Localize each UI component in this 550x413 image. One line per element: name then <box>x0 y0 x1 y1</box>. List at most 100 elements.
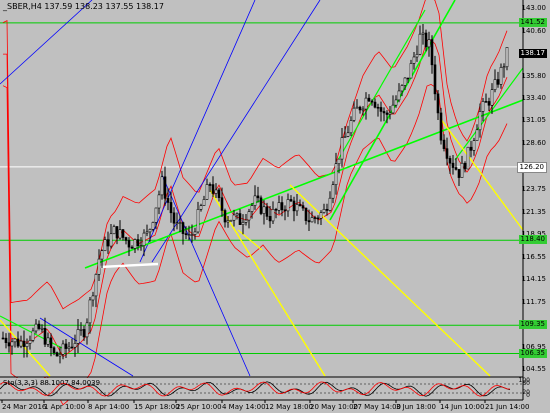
price-tick-label: 123.75 <box>521 184 547 193</box>
candle-body <box>478 111 482 131</box>
candle-body <box>172 212 176 224</box>
price-chart[interactable] <box>0 0 550 413</box>
candle-body <box>304 207 308 221</box>
candle-body <box>358 106 362 111</box>
candle-body <box>61 343 65 355</box>
candle-body <box>367 97 371 102</box>
candle-body <box>70 346 74 349</box>
candle-body <box>274 209 278 211</box>
candle-body <box>196 209 200 233</box>
candle-body <box>457 169 461 178</box>
candle-body <box>43 327 47 345</box>
candle-body <box>475 129 479 141</box>
price-tick-label: 143.00 <box>521 4 547 12</box>
candle-body <box>154 207 158 223</box>
candle-body <box>292 200 296 212</box>
price-tick-label: 116.55 <box>521 252 547 261</box>
candle-body <box>4 337 8 343</box>
candle-body <box>214 189 218 194</box>
symbol-title: _SBER,H4 137.59 138.23 137.55 138.17 <box>3 2 164 11</box>
candle-body <box>187 234 191 236</box>
candle-body <box>289 199 293 202</box>
candle-body <box>469 146 473 151</box>
candle-body <box>52 347 56 353</box>
candle-body <box>145 231 149 234</box>
candle-body <box>334 163 338 186</box>
candle-body <box>430 39 434 66</box>
candle-body <box>211 184 215 194</box>
price-tick-label: 131.05 <box>521 116 547 125</box>
candle-body <box>85 322 89 338</box>
candle-body <box>460 162 464 178</box>
price-tick-label: 135.80 <box>521 71 547 80</box>
candle-body <box>487 101 491 106</box>
candle-body <box>91 295 95 301</box>
candle-body <box>271 209 275 222</box>
candle-body <box>262 206 266 214</box>
candle-body <box>103 239 107 252</box>
candle-body <box>13 338 17 343</box>
candle-body <box>442 139 446 149</box>
candle-body <box>148 229 152 233</box>
candle-body <box>58 354 62 357</box>
candle-body <box>463 162 467 170</box>
candle-body <box>28 340 32 344</box>
candle-body <box>280 202 284 211</box>
candle-body <box>376 106 380 109</box>
candle-body <box>268 216 272 222</box>
price-tick-label: 111.75 <box>521 297 547 306</box>
candle-body <box>259 197 263 214</box>
candle-body <box>502 66 506 69</box>
candle-body <box>1 337 5 340</box>
candle-body <box>433 64 437 95</box>
indicator-tick-label: 80 <box>522 380 530 387</box>
time-tick-label: 3 Jun 18:00 <box>396 403 437 411</box>
candle-body <box>229 219 233 222</box>
candle-body <box>166 198 170 203</box>
candle-body <box>427 39 431 48</box>
candle-body <box>100 250 104 260</box>
price-tag: 118.40 <box>518 235 547 245</box>
candle-body <box>46 337 50 345</box>
candle-body <box>208 184 212 186</box>
candle-body <box>361 108 365 111</box>
candle-body <box>286 199 290 212</box>
time-tick-label: 27 May 14:00 <box>353 403 402 411</box>
candle-body <box>151 222 155 230</box>
candle-body <box>403 77 407 86</box>
candle-body <box>124 237 128 241</box>
candle-body <box>157 194 161 209</box>
candle-body <box>76 329 80 344</box>
price-tag: 106.35 <box>518 348 547 358</box>
candle-body <box>7 342 11 347</box>
candle-body <box>364 97 368 110</box>
time-tick-label: 1 Apr 10:00 <box>44 403 86 411</box>
candle-body <box>127 240 131 248</box>
candle-body <box>436 93 440 114</box>
candle-body <box>16 338 20 347</box>
candle-body <box>94 274 98 297</box>
candle-body <box>406 77 410 80</box>
candle-body <box>10 341 14 347</box>
candle-body <box>199 205 203 210</box>
candle-body <box>373 101 377 108</box>
candle-body <box>484 101 488 103</box>
indicator-title: Sto(3,3,3) 88.1007 84.0039 <box>3 379 101 387</box>
candle-body <box>472 140 476 151</box>
candle-body <box>115 226 119 239</box>
candle-body <box>352 107 356 121</box>
price-tick-label: 121.35 <box>521 207 547 216</box>
price-tag: 138.17 <box>518 49 547 59</box>
candle-body <box>277 202 281 211</box>
candle-body <box>169 202 173 214</box>
candle-body <box>448 158 452 164</box>
time-tick-label: 4 May 14:00 <box>222 403 266 411</box>
candle-body <box>184 233 188 236</box>
candle-body <box>235 213 239 216</box>
price-tick-label: 128.60 <box>521 139 547 148</box>
candle-body <box>328 197 332 211</box>
candle-body <box>82 329 86 338</box>
candle-body <box>310 217 314 223</box>
candle-body <box>223 210 227 223</box>
candle-body <box>481 101 485 112</box>
